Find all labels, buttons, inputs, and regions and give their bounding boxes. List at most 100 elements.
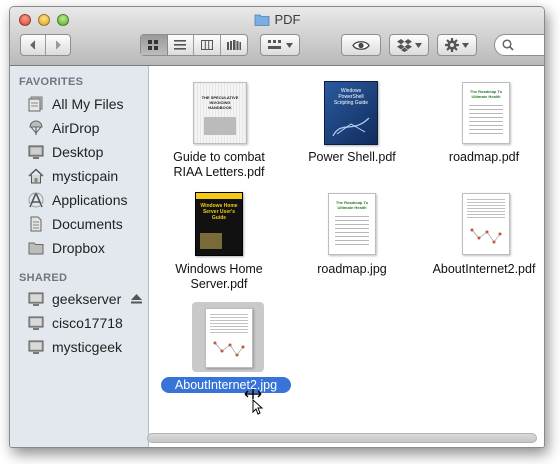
- quick-look-button[interactable]: [341, 34, 381, 56]
- sidebar: FAVORITES All My Files AirDrop Desktop m…: [10, 66, 149, 447]
- thumb-title: The Roadmap To Ultimate Health: [469, 89, 503, 99]
- list-view-button[interactable]: [168, 35, 194, 55]
- file-item-selected[interactable]: AboutInternet2.jpg: [159, 300, 291, 400]
- file-name-line: Windows Home: [175, 262, 263, 276]
- sidebar-item-label: Applications: [52, 192, 128, 208]
- image-thumbnail: The Roadmap To Ultimate Health: [328, 193, 376, 255]
- home-icon: [27, 168, 45, 184]
- view-mode-control: [140, 34, 248, 56]
- file-item[interactable]: THE SPECULATIVE INVOICING HANDBOOK Guide…: [159, 76, 279, 191]
- pdf-thumbnail: Windows Home Server User's Guide: [195, 192, 243, 256]
- window-title-text: PDF: [274, 12, 301, 27]
- file-item[interactable]: The Roadmap To Ultimate Health roadmap.j…: [292, 188, 412, 303]
- search-input[interactable]: [517, 38, 544, 52]
- sidebar-item-cisco17718[interactable]: cisco17718: [27, 313, 123, 333]
- cover-flow-icon: [226, 40, 241, 50]
- file-grid: THE SPECULATIVE INVOICING HANDBOOK Guide…: [149, 66, 544, 447]
- pdf-thumbnail: [462, 193, 510, 255]
- columns-icon: [200, 40, 213, 50]
- file-name-line: Server.pdf: [190, 277, 248, 291]
- sidebar-item-dropbox[interactable]: Dropbox: [27, 238, 105, 258]
- computer-icon: [27, 315, 45, 331]
- toolbar: PDF: [10, 7, 544, 66]
- folder-icon: [254, 14, 269, 26]
- sidebar-item-label: mysticgeek: [52, 339, 123, 355]
- horizontal-scrollbar[interactable]: [147, 433, 537, 443]
- sidebar-item-label: cisco17718: [52, 315, 123, 331]
- sidebar-item-documents[interactable]: Documents: [27, 214, 123, 234]
- action-button[interactable]: [437, 34, 477, 56]
- gear-icon: [445, 38, 459, 52]
- sidebar-item-geekserver[interactable]: geekserver: [27, 289, 143, 309]
- file-item[interactable]: AboutInternet2.pdf: [424, 188, 544, 303]
- file-name: roadmap.jpg: [292, 262, 412, 277]
- file-name: Power Shell.pdf: [292, 150, 412, 165]
- dropbox-icon: [396, 38, 412, 52]
- chevron-down-icon: [462, 42, 469, 48]
- sidebar-item-label: geekserver: [52, 291, 122, 307]
- file-item[interactable]: Windows Home Server User's Guide Windows…: [159, 188, 279, 303]
- forward-button[interactable]: [46, 35, 70, 55]
- sidebar-item-mysticgeek[interactable]: mysticgeek: [27, 337, 122, 357]
- sidebar-item-label: Desktop: [52, 144, 104, 160]
- selected-file-name[interactable]: AboutInternet2.jpg: [161, 377, 291, 393]
- sidebar-item-label: AirDrop: [52, 120, 100, 136]
- search-icon: [502, 39, 514, 51]
- file-item[interactable]: The Roadmap To Ultimate Health roadmap.p…: [424, 76, 544, 191]
- file-name: Guide to combat RIAA Letters.pdf: [159, 150, 279, 180]
- image-thumbnail: [205, 308, 253, 368]
- airdrop-icon: [27, 120, 45, 136]
- sidebar-item-applications[interactable]: Applications: [27, 190, 128, 210]
- back-forward-control: [20, 34, 71, 56]
- grid-icon: [148, 39, 159, 50]
- favorites-header: FAVORITES: [19, 76, 84, 88]
- file-item[interactable]: Windows PowerShell Scripting Guide Power…: [292, 76, 412, 191]
- arrange-button[interactable]: [260, 34, 300, 56]
- list-icon: [174, 40, 187, 50]
- applications-icon: [27, 192, 45, 208]
- search-field[interactable]: [494, 34, 544, 56]
- arrange-icon: [267, 40, 281, 49]
- file-name: roadmap.pdf: [424, 150, 544, 165]
- file-name-line: roadmap.pdf: [448, 150, 520, 164]
- computer-icon: [27, 339, 45, 355]
- pdf-thumbnail: Windows PowerShell Scripting Guide: [324, 81, 378, 145]
- sidebar-item-desktop[interactable]: Desktop: [27, 142, 103, 162]
- icon-view-button[interactable]: [141, 35, 168, 55]
- all-files-icon: [27, 96, 45, 112]
- file-name-line: roadmap.jpg: [317, 262, 387, 276]
- pdf-thumbnail: The Roadmap To Ultimate Health: [462, 82, 510, 144]
- pdf-thumbnail: THE SPECULATIVE INVOICING HANDBOOK: [193, 82, 247, 144]
- cover-flow-view-button[interactable]: [221, 35, 247, 55]
- sidebar-item-mysticpain[interactable]: mysticpain: [27, 166, 118, 186]
- column-view-button[interactable]: [194, 35, 221, 55]
- resize-cursor-icon: [244, 389, 263, 415]
- eject-icon[interactable]: [131, 294, 143, 304]
- sidebar-item-airdrop[interactable]: AirDrop: [27, 118, 99, 138]
- sidebar-item-label: All My Files: [52, 96, 124, 112]
- thumb-title: Windows Home Server User's Guide: [200, 203, 238, 221]
- desktop-icon: [27, 144, 45, 160]
- folder-icon: [27, 240, 45, 256]
- thumb-title: Windows PowerShell Scripting Guide: [333, 88, 369, 106]
- chevron-down-icon: [285, 42, 293, 48]
- shared-header: SHARED: [19, 272, 68, 284]
- dropbox-button[interactable]: [389, 34, 429, 56]
- back-button[interactable]: [21, 35, 46, 55]
- chevron-right-icon: [55, 40, 61, 50]
- sidebar-item-label: Dropbox: [52, 240, 105, 256]
- finder-window: PDF FAVORITES All My Files AirDrop Deskt…: [9, 6, 545, 448]
- sidebar-item-label: Documents: [52, 216, 123, 232]
- eye-icon: [352, 40, 370, 50]
- thumb-title: THE SPECULATIVE INVOICING HANDBOOK: [201, 95, 239, 110]
- computer-icon: [27, 291, 45, 307]
- chevron-left-icon: [29, 40, 36, 50]
- file-name: AboutInternet2.pdf: [424, 262, 544, 277]
- sidebar-item-label: mysticpain: [52, 168, 119, 184]
- sidebar-item-all-my-files[interactable]: All My Files: [27, 94, 124, 114]
- chevron-down-icon: [414, 42, 422, 48]
- file-name-line: Power Shell.pdf: [308, 150, 396, 164]
- file-name-line: Guide to combat: [173, 150, 265, 164]
- file-name-line: AboutInternet2.pdf: [432, 262, 536, 276]
- thumb-title: The Roadmap To Ultimate Health: [335, 200, 369, 210]
